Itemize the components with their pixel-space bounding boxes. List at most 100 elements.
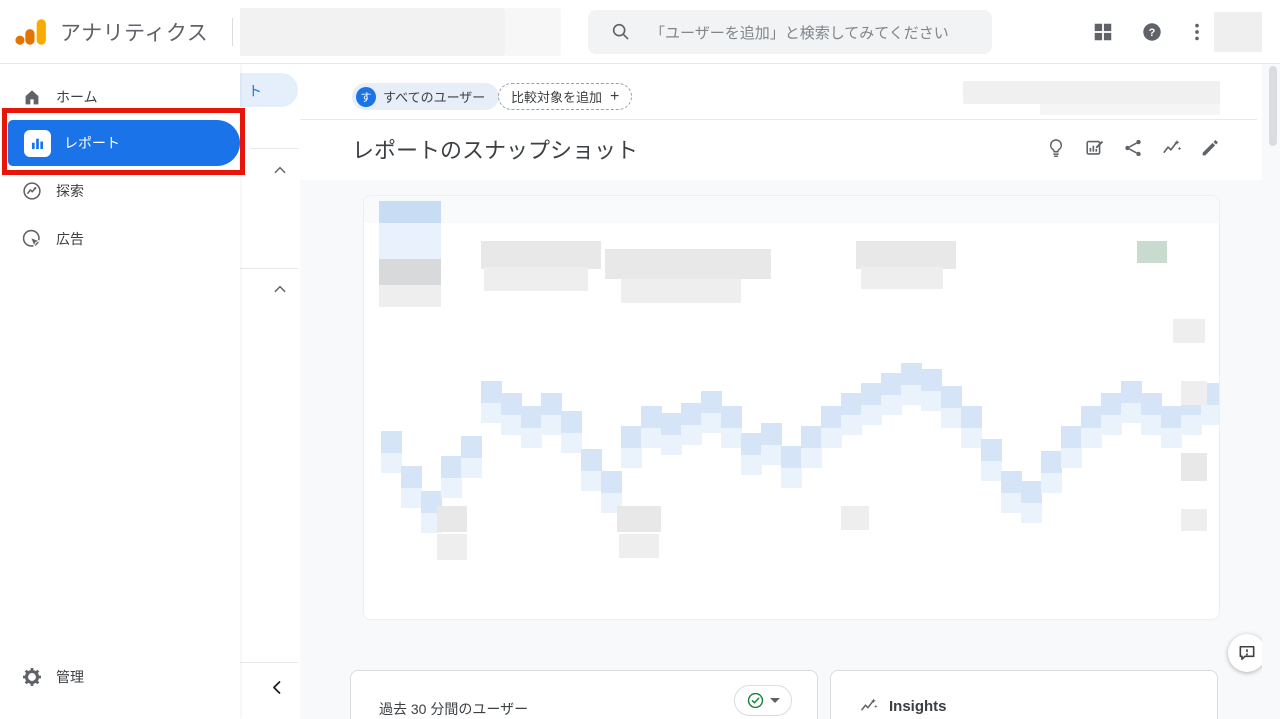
- add-comparison-label: 比較対象を追加: [511, 87, 602, 106]
- blur-block: [379, 285, 441, 307]
- blur-block: [1001, 493, 1022, 513]
- blur-block: [761, 445, 782, 465]
- blur-block: [379, 259, 441, 285]
- blur-block: [441, 478, 462, 498]
- blur-block: [381, 431, 402, 453]
- blur-block: [801, 448, 822, 468]
- blurred-property-selector[interactable]: [240, 8, 505, 56]
- gear-icon: [20, 665, 44, 689]
- sidebar-item-home[interactable]: ホーム: [0, 74, 240, 120]
- blur-block: [741, 433, 762, 455]
- blur-block: [461, 436, 482, 458]
- reports-icon: [24, 130, 51, 157]
- share-icon[interactable]: [1121, 136, 1145, 160]
- blur-block: [641, 406, 662, 428]
- realtime-status-dropdown[interactable]: [734, 685, 792, 716]
- blur-block: [961, 406, 982, 428]
- blur-block: [901, 385, 922, 405]
- blur-block: [1173, 319, 1205, 343]
- subnav-divider: [240, 268, 298, 269]
- blur-block: [601, 471, 622, 493]
- blur-block: [1101, 393, 1122, 415]
- blur-block: [1161, 406, 1182, 428]
- chips-row-divider: [300, 119, 1257, 120]
- help-icon[interactable]: ?: [1141, 21, 1163, 48]
- blur-block: [901, 363, 922, 385]
- blur-block: [841, 506, 869, 530]
- insights-card: Insights: [830, 670, 1218, 719]
- blur-block: [721, 406, 742, 428]
- customize-report-icon[interactable]: [1083, 136, 1107, 160]
- sidebar-item-reports[interactable]: レポート: [8, 120, 240, 166]
- sidebar-item-label: 広告: [56, 229, 84, 249]
- blur-block: [1101, 415, 1122, 435]
- header-divider: [232, 18, 233, 46]
- svg-text:?: ?: [1149, 27, 1156, 39]
- blur-block: [1181, 509, 1207, 531]
- blur-block: [941, 386, 962, 408]
- blur-block: [681, 403, 702, 425]
- blur-block: [541, 393, 562, 415]
- subnav-divider: [250, 148, 298, 149]
- edit-pencil-icon[interactable]: [1198, 136, 1222, 160]
- home-icon: [20, 85, 44, 109]
- add-comparison-chip[interactable]: 比較対象を追加 +: [498, 83, 632, 110]
- overflow-menu-icon[interactable]: [1186, 21, 1208, 48]
- segment-chip-all-users[interactable]: す すべてのユーザー: [352, 83, 499, 110]
- scrollbar-thumb[interactable]: [1269, 66, 1277, 146]
- blur-block: [681, 425, 702, 445]
- product-name: アナリティクス: [60, 17, 208, 47]
- analytics-logo[interactable]: アナリティクス: [14, 15, 208, 49]
- app-header: アナリティクス 「ユーザーを追加」と検索してみてください ?: [0, 0, 1280, 64]
- feedback-button[interactable]: [1228, 634, 1266, 672]
- app-window: アナリティクス 「ユーザーを追加」と検索してみてください ?: [0, 0, 1280, 719]
- blur-block: [801, 426, 822, 448]
- subnav-collapse-section-icon[interactable]: [272, 163, 288, 184]
- blur-block: [1201, 405, 1220, 425]
- blur-block: [461, 458, 482, 478]
- segment-chip-initial: す: [356, 87, 376, 107]
- blur-block: [501, 415, 522, 435]
- blur-block: [1181, 453, 1207, 481]
- blur-block: [381, 453, 402, 473]
- blur-block: [1081, 428, 1102, 448]
- insights-lightbulb-icon[interactable]: [1044, 136, 1068, 160]
- blur-block: [441, 456, 462, 478]
- blur-block: [1141, 393, 1162, 415]
- search-bar[interactable]: 「ユーザーを追加」と検索してみてください: [588, 10, 992, 54]
- blur-block: [541, 415, 562, 435]
- sidebar-item-explore[interactable]: 探索: [0, 168, 240, 214]
- blur-block: [401, 488, 422, 508]
- blur-block: [821, 428, 842, 448]
- blurred-property-selector-secondary[interactable]: [505, 8, 561, 56]
- blur-block: [581, 471, 602, 491]
- blur-block: [821, 406, 842, 428]
- blur-block: [861, 383, 882, 405]
- blur-block: [1181, 381, 1207, 405]
- blurred-date-range-picker[interactable]: [963, 81, 1220, 104]
- blur-block: [1181, 415, 1202, 435]
- blur-block: [781, 446, 802, 468]
- blur-block: [921, 391, 942, 411]
- primary-sidebar: ホーム レポート 探索: [0, 64, 240, 719]
- caret-down-icon: [770, 698, 780, 703]
- scrollbar-track: [1262, 64, 1280, 719]
- ads-icon: [20, 227, 44, 251]
- blur-block: [437, 534, 467, 560]
- blurred-account-avatar[interactable]: [1214, 12, 1262, 52]
- sidebar-item-admin[interactable]: 管理: [0, 654, 240, 700]
- sidebar-item-label: 管理: [56, 667, 84, 687]
- blur-block: [379, 201, 441, 223]
- feedback-bubble-icon: [1237, 643, 1257, 663]
- apps-grid-icon[interactable]: [1092, 21, 1114, 48]
- blur-block: [561, 411, 582, 433]
- subnav-collapse-section-icon[interactable]: [272, 282, 288, 303]
- blur-block: [1021, 481, 1042, 503]
- subnav-collapse-icon[interactable]: [268, 678, 287, 702]
- blur-block: [1041, 473, 1062, 493]
- blur-block: [621, 279, 741, 303]
- insights-sparkline-icon[interactable]: [1160, 136, 1184, 160]
- sidebar-item-ads[interactable]: 広告: [0, 216, 240, 262]
- blur-block: [841, 415, 862, 435]
- blur-block: [481, 403, 502, 423]
